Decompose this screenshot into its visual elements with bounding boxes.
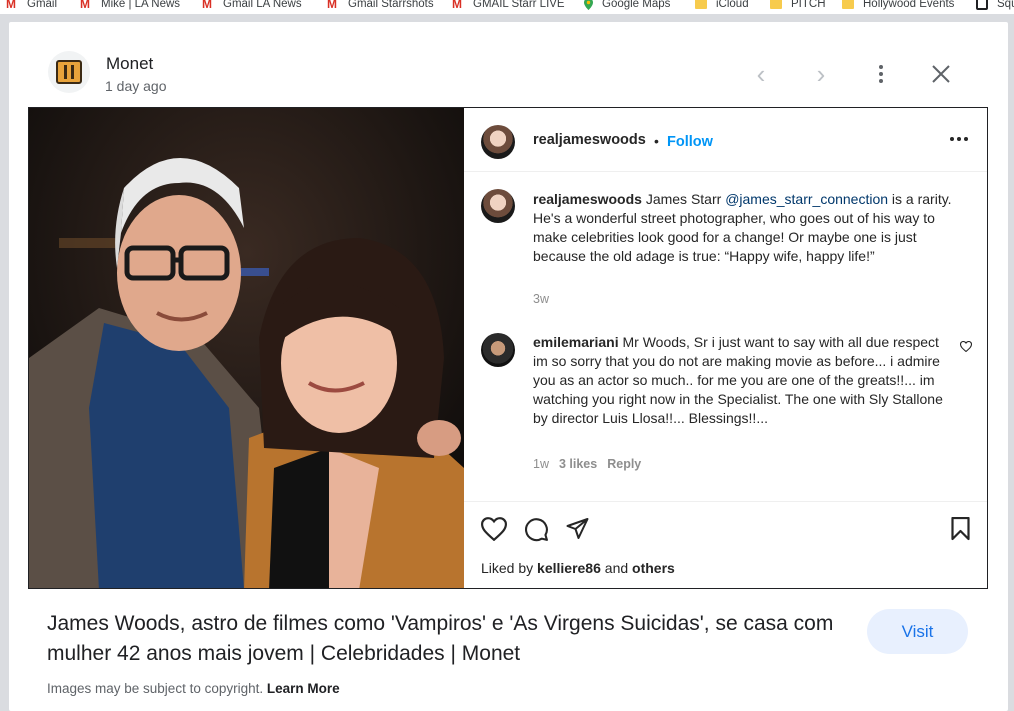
reply-button[interactable]: Reply xyxy=(607,457,641,471)
bookmark-label: iCloud xyxy=(716,0,749,10)
share-icon[interactable] xyxy=(565,517,590,541)
dot xyxy=(879,72,883,76)
bookmark-label: Gmail LA News xyxy=(223,0,302,10)
image-preview-panel: Monet 1 day ago ‹ › realjameswoods • Fol… xyxy=(9,22,1008,711)
post-header: realjameswoods • Follow xyxy=(464,108,987,172)
preview-image[interactable]: realjameswoods • Follow realjameswoods J… xyxy=(28,107,988,589)
bookmark-label: Gmail xyxy=(27,0,58,10)
maps-pin-icon xyxy=(584,0,593,10)
caption: realjameswoods James Starr @james_starr_… xyxy=(533,190,953,266)
time-ago: 1 day ago xyxy=(105,78,167,94)
bookmark-label: Google Maps xyxy=(602,0,671,10)
gmail-icon: M xyxy=(327,0,337,11)
caption-username[interactable]: realjameswoods xyxy=(533,191,642,207)
caption-age: 3w xyxy=(533,292,549,306)
caption-meta: 3w xyxy=(533,292,549,306)
bookmark-label: Squ xyxy=(997,0,1014,10)
more-options-button[interactable] xyxy=(867,60,895,88)
avatar[interactable] xyxy=(481,189,515,223)
bookmark-label: Gmail Starrshots xyxy=(348,0,434,10)
gmail-icon: M xyxy=(452,0,462,11)
separator-dot: • xyxy=(654,133,659,149)
follow-button[interactable]: Follow xyxy=(667,134,713,150)
bookmark-icloud[interactable]: iCloud xyxy=(695,0,749,11)
previous-button[interactable]: ‹ xyxy=(747,60,775,88)
like-heart-icon[interactable] xyxy=(481,517,507,541)
post-username[interactable]: realjameswoods xyxy=(533,132,646,148)
liked-others[interactable]: others xyxy=(632,560,675,576)
folder-icon xyxy=(842,0,854,9)
liked-by: Liked by kelliere86 and others xyxy=(481,560,675,576)
gmail-icon: M xyxy=(6,0,16,11)
dot xyxy=(957,137,961,141)
learn-more-link[interactable]: Learn More xyxy=(267,681,340,696)
site-name[interactable]: Monet xyxy=(106,54,153,74)
monet-logo-icon xyxy=(56,60,82,84)
caption-text: James Starr xyxy=(641,191,726,207)
result-title[interactable]: James Woods, astro de filmes como 'Vampi… xyxy=(47,609,847,669)
bookmark-google-maps[interactable]: Google Maps xyxy=(584,0,670,11)
site-logo[interactable] xyxy=(48,51,90,93)
gmail-icon: M xyxy=(202,0,212,11)
comment: emilemariani Mr Woods, Sr i just want to… xyxy=(533,333,951,428)
comment-username[interactable]: emilemariani xyxy=(533,334,619,350)
visit-button[interactable]: Visit xyxy=(867,609,968,654)
dot xyxy=(879,65,883,69)
bookmark-label: Hollywood Events xyxy=(863,0,955,10)
bookmark-label: GMAIL Starr LIVE xyxy=(473,0,565,10)
comment-meta: 1w 3 likes Reply xyxy=(533,457,641,471)
close-icon xyxy=(932,65,950,83)
bookmark-mike-la-news[interactable]: M Mike | LA News xyxy=(80,0,180,11)
bookmark-gmail-starr-live[interactable]: M GMAIL Starr LIVE xyxy=(452,0,565,11)
mention-link[interactable]: @james_starr_connection xyxy=(725,191,888,207)
dot xyxy=(879,79,883,83)
instagram-post: realjameswoods • Follow realjameswoods J… xyxy=(464,108,987,588)
chevron-left-icon: ‹ xyxy=(756,59,766,89)
copyright-text: Images may be subject to copyright. xyxy=(47,681,267,696)
bookmark-gmail-starrshots[interactable]: M Gmail Starrshots xyxy=(327,0,434,11)
chevron-right-icon: › xyxy=(816,59,826,89)
copyright-notice: Images may be subject to copyright. Lear… xyxy=(47,681,340,696)
bookmark-square[interactable]: Squ xyxy=(976,0,1014,11)
liked-user[interactable]: kelliere86 xyxy=(537,560,601,576)
comment-icon[interactable] xyxy=(524,517,549,542)
folder-icon xyxy=(770,0,782,9)
bookmark-gmail[interactable]: M Gmail xyxy=(6,0,57,11)
close-button[interactable] xyxy=(927,60,955,88)
bookmark-label: PITCH xyxy=(791,0,826,10)
folder-icon xyxy=(695,0,707,9)
bookmark-hollywood-events[interactable]: Hollywood Events xyxy=(842,0,954,11)
post-actions xyxy=(464,501,987,551)
bookmark-pitch[interactable]: PITCH xyxy=(770,0,826,11)
avatar[interactable] xyxy=(481,333,515,367)
comment-age: 1w xyxy=(533,457,549,471)
liked-prefix: Liked by xyxy=(481,560,538,576)
bookmarks-bar: M Gmail M Mike | LA News M Gmail LA News M G… xyxy=(0,0,1014,14)
bookmark-label: Mike | LA News xyxy=(101,0,181,10)
avatar[interactable] xyxy=(481,125,515,159)
couple-photo xyxy=(29,108,464,588)
bookmark-save-icon[interactable] xyxy=(950,517,971,541)
comment-likes[interactable]: 3 likes xyxy=(559,457,597,471)
post-more-button[interactable] xyxy=(950,137,968,141)
dot xyxy=(950,137,954,141)
gmail-icon: M xyxy=(80,0,90,11)
dot xyxy=(964,137,968,141)
liked-mid: and xyxy=(600,560,633,576)
square-icon xyxy=(976,0,988,10)
heart-icon[interactable] xyxy=(960,341,972,352)
bookmark-gmail-la-news[interactable]: M Gmail LA News xyxy=(202,0,302,11)
next-button[interactable]: › xyxy=(807,60,835,88)
